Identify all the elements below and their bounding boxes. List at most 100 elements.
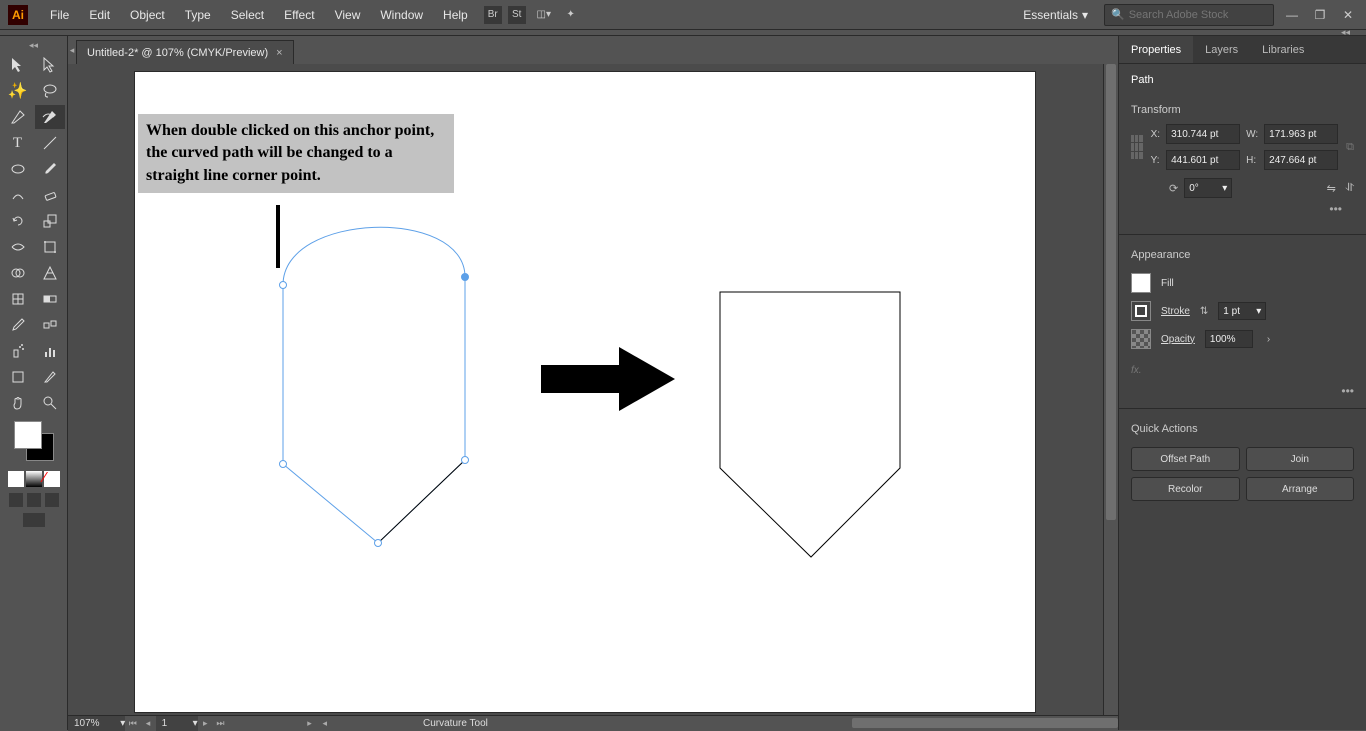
close-button[interactable]: ✕	[1338, 5, 1358, 25]
color-mode-gradient[interactable]	[26, 471, 42, 487]
arrange-button[interactable]: Arrange	[1246, 477, 1355, 501]
opacity-expand-icon[interactable]: ›	[1267, 334, 1270, 345]
stroke-label[interactable]: Stroke	[1161, 306, 1190, 317]
tab-layers[interactable]: Layers	[1193, 36, 1250, 63]
screen-mode-icon[interactable]	[23, 513, 45, 527]
fill-color-swatch[interactable]	[1131, 273, 1151, 293]
search-stock[interactable]: 🔍	[1104, 4, 1274, 26]
stroke-color-swatch[interactable]	[1131, 301, 1151, 321]
canvas[interactable]: When double clicked on this anchor point…	[68, 64, 1118, 730]
artboard-number[interactable]: 1 ▾	[156, 716, 198, 731]
draw-behind-icon[interactable]	[27, 493, 41, 507]
shape-builder-tool[interactable]	[3, 261, 33, 285]
graph-tool[interactable]	[35, 339, 65, 363]
scroll-left-icon[interactable]: ◂	[317, 716, 332, 731]
tab-properties[interactable]: Properties	[1119, 36, 1193, 63]
magic-wand-tool[interactable]: ✨	[3, 79, 33, 103]
scrollbar-horizontal-thumb[interactable]	[852, 718, 1118, 728]
tab-libraries[interactable]: Libraries	[1250, 36, 1316, 63]
doc-tab[interactable]: Untitled-2* @ 107% (CMYK/Preview) ×	[76, 40, 294, 64]
ellipse-tool[interactable]	[3, 157, 33, 181]
stock-icon[interactable]: St	[508, 6, 526, 24]
menu-view[interactable]: View	[325, 8, 371, 22]
blend-tool[interactable]	[35, 313, 65, 337]
mesh-tool[interactable]	[3, 287, 33, 311]
join-button[interactable]: Join	[1246, 447, 1355, 471]
minimize-button[interactable]: —	[1282, 5, 1302, 25]
selected-path[interactable]	[280, 227, 469, 546]
color-mode-solid[interactable]	[8, 471, 24, 487]
free-transform-tool[interactable]	[35, 235, 65, 259]
restore-button[interactable]: ❐	[1310, 5, 1330, 25]
appearance-more-icon[interactable]: •••	[1119, 380, 1366, 402]
menu-edit[interactable]: Edit	[79, 8, 120, 22]
h-field[interactable]: 247.664 pt	[1264, 150, 1338, 170]
flip-horizontal-icon[interactable]: ⇋	[1327, 182, 1336, 195]
y-field[interactable]: 441.601 pt	[1166, 150, 1240, 170]
tab-collapse-icon[interactable]: ◂	[68, 36, 76, 64]
menu-object[interactable]: Object	[120, 8, 175, 22]
color-mode-none[interactable]: ⁄	[44, 471, 60, 487]
toolbar-collapse-icon[interactable]: ◂◂	[0, 40, 67, 53]
x-field[interactable]: 310.744 pt	[1166, 124, 1240, 144]
fill-swatch[interactable]	[14, 421, 42, 449]
perspective-tool[interactable]	[35, 261, 65, 285]
pen-tool[interactable]	[3, 105, 33, 129]
search-input[interactable]	[1129, 9, 1267, 21]
lasso-tool[interactable]	[35, 79, 65, 103]
zoom-selector[interactable]: 107% ▾	[68, 716, 125, 731]
draw-inside-icon[interactable]	[45, 493, 59, 507]
curvature-tool[interactable]	[35, 105, 65, 129]
fx-button[interactable]: fx.	[1119, 361, 1366, 380]
workspace-selector[interactable]: Essentials ▾	[1015, 8, 1096, 22]
eraser-tool[interactable]	[35, 183, 65, 207]
menu-type[interactable]: Type	[175, 8, 221, 22]
type-tool[interactable]: T	[3, 131, 33, 155]
last-artboard-icon[interactable]: ⏭	[213, 716, 228, 731]
menu-window[interactable]: Window	[370, 8, 433, 22]
arrange-docs-icon[interactable]: ◫▾	[532, 6, 556, 24]
transform-more-icon[interactable]: •••	[1131, 198, 1354, 220]
symbol-sprayer-tool[interactable]	[3, 339, 33, 363]
selection-tool[interactable]	[3, 53, 33, 77]
next-artboard-icon[interactable]: ▸	[198, 716, 213, 731]
close-tab-icon[interactable]: ×	[276, 47, 282, 59]
menu-file[interactable]: File	[40, 8, 79, 22]
angle-field[interactable]: 0° ▾	[1184, 178, 1232, 198]
paintbrush-tool[interactable]	[35, 157, 65, 181]
scale-tool[interactable]	[35, 209, 65, 233]
rotate-tool[interactable]	[3, 209, 33, 233]
zoom-tool[interactable]	[35, 391, 65, 415]
menu-help[interactable]: Help	[433, 8, 478, 22]
shaper-tool[interactable]	[3, 183, 33, 207]
gpu-icon[interactable]: ✦	[562, 6, 580, 24]
menu-select[interactable]: Select	[221, 8, 274, 22]
artboard-tool[interactable]	[3, 365, 33, 389]
direct-selection-tool[interactable]	[35, 53, 65, 77]
recolor-button[interactable]: Recolor	[1131, 477, 1240, 501]
width-tool[interactable]	[3, 235, 33, 259]
scroll-right-icon[interactable]: ▸	[302, 716, 317, 731]
w-field[interactable]: 171.963 pt	[1264, 124, 1338, 144]
scrollbar-vertical[interactable]	[1103, 64, 1118, 715]
opacity-swatch[interactable]	[1131, 329, 1151, 349]
offset-path-button[interactable]: Offset Path	[1131, 447, 1240, 471]
eyedropper-tool[interactable]	[3, 313, 33, 337]
draw-normal-icon[interactable]	[9, 493, 23, 507]
slice-tool[interactable]	[35, 365, 65, 389]
flip-vertical-icon[interactable]: ⥯	[1346, 182, 1354, 195]
prev-artboard-icon[interactable]: ◂	[140, 716, 155, 731]
opacity-label[interactable]: Opacity	[1161, 334, 1195, 345]
bridge-icon[interactable]: Br	[484, 6, 502, 24]
hand-tool[interactable]	[3, 391, 33, 415]
reference-point[interactable]	[1131, 135, 1143, 159]
first-artboard-icon[interactable]: ⏮	[125, 716, 140, 731]
line-tool[interactable]	[35, 131, 65, 155]
fill-stroke-swatch[interactable]	[14, 421, 54, 461]
stroke-weight-field[interactable]: 1 pt ▾	[1218, 302, 1266, 320]
gradient-tool[interactable]	[35, 287, 65, 311]
menu-effect[interactable]: Effect	[274, 8, 324, 22]
opacity-field[interactable]: 100%	[1205, 330, 1253, 348]
stroke-stepper-icon[interactable]: ⇅	[1200, 306, 1208, 317]
constrain-proportions-icon[interactable]: ⧉	[1346, 141, 1354, 154]
